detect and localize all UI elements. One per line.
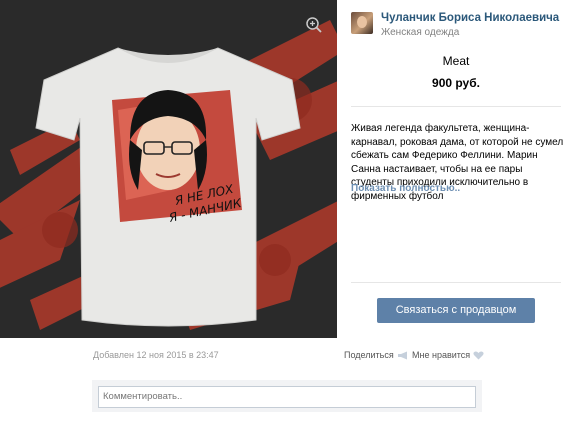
seller-category: Женская одежда — [381, 27, 460, 38]
share-label: Поделиться — [344, 350, 394, 360]
seller-name-link[interactable]: Чуланчик Бориса Николаевича — [381, 12, 559, 25]
product-photo[interactable]: Я НЕ ЛОХ Я - МАНЧИК — [0, 0, 337, 338]
show-more-link[interactable]: Показать полностью.. — [351, 183, 460, 194]
comment-box — [92, 380, 482, 412]
product-title: Meat — [442, 54, 470, 68]
tshirt-image: Я НЕ ЛОХ Я - МАНЧИК — [0, 0, 337, 338]
seller-avatar[interactable] — [351, 12, 373, 34]
megaphone-icon — [397, 351, 407, 359]
added-date: Добавлен 12 ноя 2015 в 23:47 — [93, 350, 219, 360]
contact-seller-button[interactable]: Связаться с продавцом — [377, 298, 535, 323]
share-button[interactable]: Поделиться — [344, 350, 409, 360]
like-button[interactable]: Мне нравится — [412, 350, 484, 360]
heart-icon — [473, 350, 484, 359]
like-label: Мне нравится — [412, 350, 471, 360]
product-price: 900 руб. — [432, 76, 480, 90]
comment-input[interactable] — [98, 385, 476, 408]
product-info-panel: Чуланчик Бориса Николаевича Женская одеж… — [337, 0, 575, 338]
divider — [351, 106, 561, 107]
zoom-in-icon[interactable] — [305, 16, 323, 34]
bottom-bar: Добавлен 12 ноя 2015 в 23:47 Поделиться … — [0, 338, 575, 424]
divider — [351, 282, 561, 283]
seller-block: Чуланчик Бориса Николаевича Женская одеж… — [351, 12, 559, 39]
